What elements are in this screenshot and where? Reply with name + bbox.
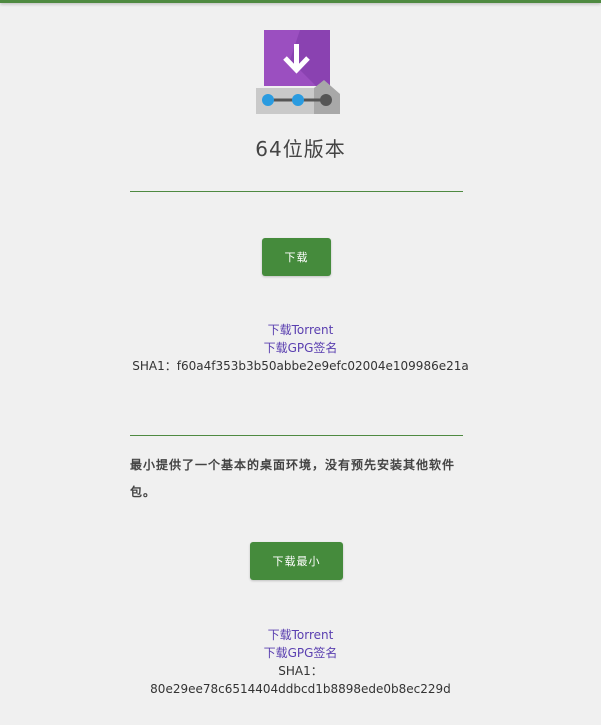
divider (130, 435, 463, 436)
minimal-sha1-label: SHA1： (278, 664, 323, 678)
edition-links: 下载Torrent 下载GPG签名 SHA1：f60a4f353b3b50abb… (0, 321, 601, 375)
minimal-description: 最小提供了一个基本的桌面环境，没有预先安装其他软件包。 (130, 458, 456, 499)
divider (130, 191, 463, 192)
minimal-gpg-signature-link[interactable]: 下载GPG签名 (0, 644, 601, 662)
minimal-links: 下载Torrent 下载GPG签名 SHA1： 80e29ee78c651440… (0, 626, 601, 698)
top-bar (0, 0, 601, 3)
download-installer-icon (256, 30, 340, 114)
download-minimal-button[interactable]: 下载最小 (250, 542, 343, 580)
gpg-signature-link[interactable]: 下载GPG签名 (0, 339, 601, 357)
minimal-sha1-checksum: 80e29ee78c6514404ddbcd1b8898ede0b8ec229d (150, 682, 451, 696)
sha1-checksum: SHA1：f60a4f353b3b50abbe2e9efc02004e10998… (132, 359, 469, 373)
edition-title: 64位版本 (255, 137, 346, 161)
download-button[interactable]: 下载 (262, 238, 331, 276)
minimal-torrent-link[interactable]: 下载Torrent (0, 626, 601, 644)
torrent-link[interactable]: 下载Torrent (0, 321, 601, 339)
